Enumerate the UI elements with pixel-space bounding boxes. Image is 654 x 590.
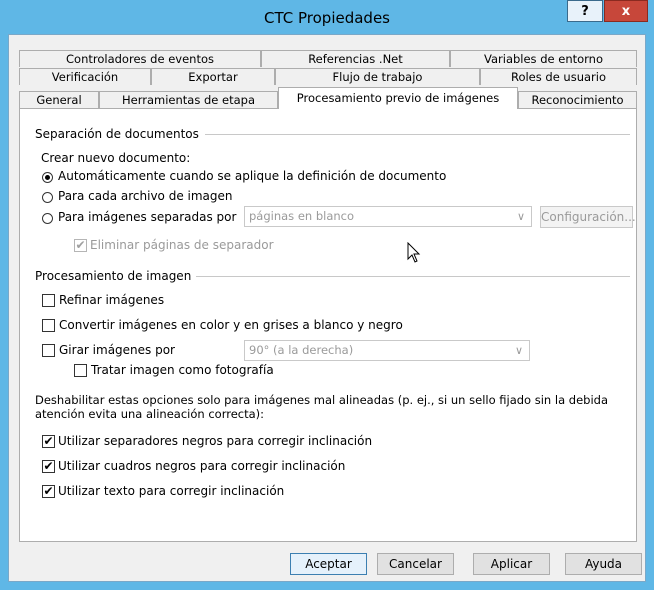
tab-verification[interactable]: Verificación xyxy=(19,68,151,85)
deskew-description-line2: atención evita una alineación correcta): xyxy=(35,407,265,421)
image-processing-group-divider xyxy=(196,276,630,277)
tab-net-references[interactable]: Referencias .Net xyxy=(261,50,450,67)
black-separators-label[interactable]: Utilizar separadores negros para corregi… xyxy=(58,434,372,448)
remove-separator-checkbox[interactable]: ✔ xyxy=(74,239,87,252)
photo-label[interactable]: Tratar imagen como fotografía xyxy=(91,363,274,377)
radio-each-file-label[interactable]: Para cada archivo de imagen xyxy=(58,189,233,203)
close-button[interactable]: x xyxy=(604,0,648,22)
remove-separator-label[interactable]: Eliminar páginas de separador xyxy=(90,238,274,252)
radio-each-file[interactable] xyxy=(42,192,53,203)
convert-bw-label[interactable]: Convertir imágenes en color y en grises … xyxy=(59,318,403,332)
chevron-down-icon: ∨ xyxy=(516,210,525,223)
dialog-client-area: Controladores de eventos Referencias .Ne… xyxy=(8,34,646,582)
image-processing-group-label: Procesamiento de imagen xyxy=(35,269,192,283)
black-boxes-label[interactable]: Utilizar cuadros negros para corregir in… xyxy=(58,459,345,473)
help-button[interactable]: Ayuda xyxy=(565,553,642,575)
convert-bw-checkbox[interactable] xyxy=(42,319,55,332)
tab-environment-variables[interactable]: Variables de entorno xyxy=(450,50,637,67)
black-boxes-checkbox[interactable]: ✔ xyxy=(42,460,55,473)
properties-dialog: CTC Propiedades ? x Controladores de eve… xyxy=(0,0,654,590)
separation-group-divider xyxy=(205,134,630,135)
rotate-images-checkbox[interactable] xyxy=(42,344,55,357)
radio-auto[interactable] xyxy=(42,172,53,183)
window-title: CTC Propiedades xyxy=(264,9,390,27)
create-document-label: Crear nuevo documento: xyxy=(41,151,191,165)
help-title-button[interactable]: ? xyxy=(567,0,603,22)
tab-user-roles[interactable]: Roles de usuario xyxy=(480,68,637,85)
tab-workflow[interactable]: Flujo de trabajo xyxy=(275,68,480,85)
refine-images-checkbox[interactable] xyxy=(42,294,55,307)
rotate-images-label[interactable]: Girar imágenes por xyxy=(59,343,175,357)
radio-separated-by[interactable] xyxy=(42,213,53,224)
radio-auto-label[interactable]: Automáticamente cuando se aplique la def… xyxy=(58,169,446,183)
radio-separated-by-label[interactable]: Para imágenes separadas por xyxy=(58,210,236,224)
separation-group-label: Separación de documentos xyxy=(35,127,199,141)
deskew-description-line1: Deshabilitar estas opciones solo para im… xyxy=(35,393,608,407)
tab-recognition[interactable]: Reconocimiento xyxy=(518,91,637,108)
tab-event-handlers[interactable]: Controladores de eventos xyxy=(19,50,261,67)
cancel-button[interactable]: Cancelar xyxy=(377,553,454,575)
refine-images-label[interactable]: Refinar imágenes xyxy=(59,293,164,307)
rotation-value: 90° (a la derecha) xyxy=(249,343,354,357)
apply-button[interactable]: Aplicar xyxy=(473,553,550,575)
separator-type-value: páginas en blanco xyxy=(249,209,355,223)
separator-type-select[interactable]: páginas en blanco ∨ xyxy=(244,206,532,227)
tab-panel-image-preprocessing: Separación de documentos Crear nuevo doc… xyxy=(19,108,637,542)
photo-checkbox[interactable] xyxy=(74,364,87,377)
ok-button[interactable]: Aceptar xyxy=(290,553,367,575)
rotation-select[interactable]: 90° (a la derecha) ∨ xyxy=(244,340,530,361)
chevron-down-icon: ∨ xyxy=(514,344,523,357)
text-deskew-label[interactable]: Utilizar texto para corregir inclinación xyxy=(58,484,284,498)
mouse-cursor-icon xyxy=(407,242,421,263)
black-separators-checkbox[interactable]: ✔ xyxy=(42,435,55,448)
title-bar[interactable]: CTC Propiedades ? x xyxy=(0,0,654,34)
tab-stage-tools[interactable]: Herramientas de etapa xyxy=(99,91,278,108)
text-deskew-checkbox[interactable]: ✔ xyxy=(42,485,55,498)
tab-general[interactable]: General xyxy=(19,91,99,108)
configuration-button[interactable]: Configuración... xyxy=(540,206,636,228)
tab-export[interactable]: Exportar xyxy=(151,68,275,85)
tab-image-preprocessing[interactable]: Procesamiento previo de imágenes xyxy=(278,87,518,109)
